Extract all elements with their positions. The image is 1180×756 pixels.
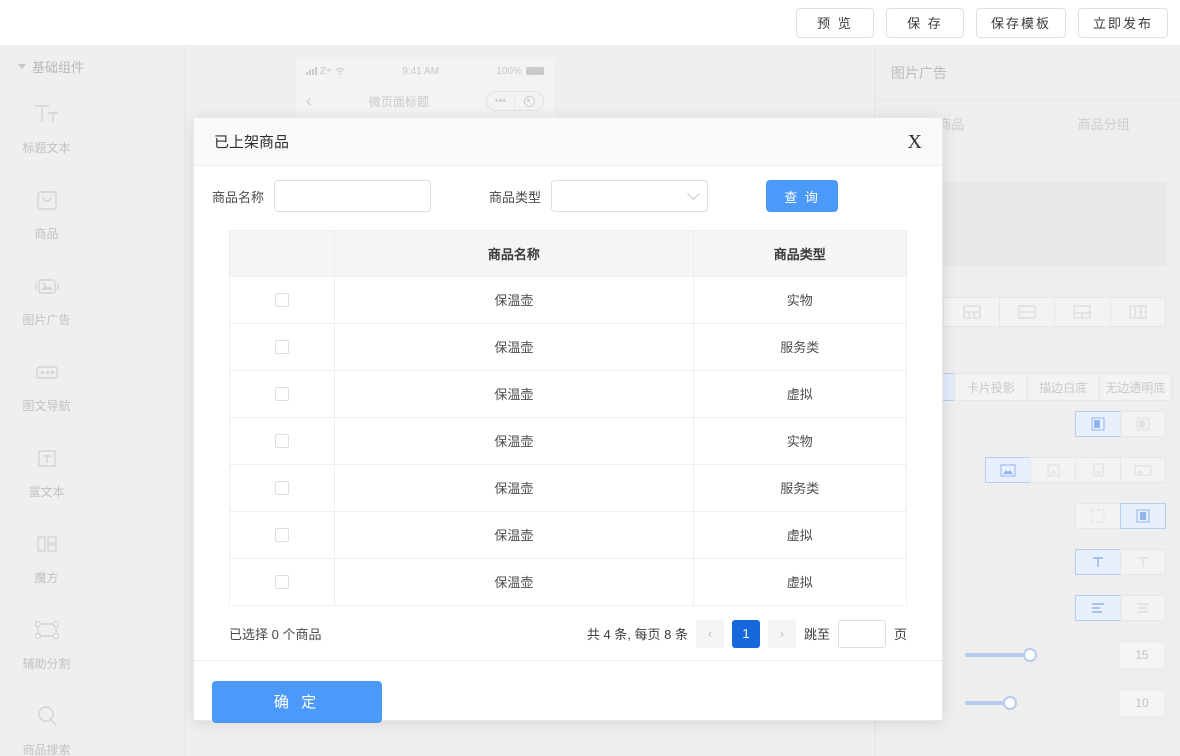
- next-page-button[interactable]: ›: [767, 619, 796, 648]
- modal-title: 已上架商品: [214, 134, 290, 151]
- row-checkbox[interactable]: [275, 293, 290, 308]
- col-product-name: 商品名称: [334, 231, 694, 277]
- page-unit-label: 页: [893, 627, 907, 642]
- jump-page-input[interactable]: [837, 619, 886, 648]
- row-checkbox[interactable]: [275, 387, 290, 402]
- confirm-button[interactable]: 确 定: [212, 680, 382, 723]
- product-table: 商品名称 商品类型 保温壶 实物 保温壶 服务类 保温壶 虚拟 保温壶 实物 保…: [230, 231, 906, 606]
- col-product-type: 商品类型: [693, 231, 906, 277]
- row-product-type: 虚拟: [693, 558, 906, 606]
- table-row[interactable]: 保温壶 实物: [230, 276, 906, 324]
- table-row[interactable]: 保温壶 服务类: [230, 323, 906, 371]
- row-product-type: 虚拟: [693, 370, 906, 418]
- app-root: 预 览 保 存 保存模板 立即发布 基础组件 标题文本 商品 图片广告 图文导航…: [0, 0, 1180, 756]
- chevron-down-icon: [687, 186, 700, 200]
- table-header-row: 商品名称 商品类型: [230, 231, 906, 277]
- modal-overlay: 已上架商品 X 商品名称 商品类型 查 询 商品名称 商品类型 保温壶 实物 保…: [0, 0, 1180, 756]
- table-row[interactable]: 保温壶 虚拟: [230, 558, 906, 606]
- row-product-type: 实物: [693, 276, 906, 324]
- row-checkbox-cell[interactable]: [230, 370, 336, 418]
- row-product-name: 保温壶: [334, 464, 694, 512]
- close-icon[interactable]: X: [908, 132, 922, 152]
- filter-bar: 商品名称 商品类型 查 询: [194, 166, 942, 220]
- row-product-type: 服务类: [693, 323, 906, 371]
- row-checkbox[interactable]: [275, 528, 290, 543]
- jump-label: 跳至: [803, 627, 830, 642]
- modal-footer: 确 定: [194, 661, 942, 723]
- row-product-type: 虚拟: [693, 511, 906, 559]
- prev-page-button[interactable]: ‹: [695, 619, 724, 648]
- row-checkbox-cell[interactable]: [230, 323, 336, 371]
- row-checkbox-cell[interactable]: [230, 464, 336, 512]
- row-checkbox[interactable]: [275, 481, 290, 496]
- product-table-wrap: 商品名称 商品类型 保温壶 实物 保温壶 服务类 保温壶 虚拟 保温壶 实物 保…: [229, 230, 907, 606]
- selected-count-text: 已选择 0 个商品: [229, 627, 322, 642]
- table-footer: 已选择 0 个商品 共 4 条, 每页 8 条 ‹ 1 › 跳至 页: [194, 606, 942, 661]
- page-number-1[interactable]: 1: [731, 619, 760, 648]
- product-type-label: 商品类型: [489, 189, 542, 205]
- table-row[interactable]: 保温壶 虚拟: [230, 370, 906, 418]
- table-row[interactable]: 保温壶 虚拟: [230, 511, 906, 559]
- product-select-modal: 已上架商品 X 商品名称 商品类型 查 询 商品名称 商品类型 保温壶 实物 保…: [193, 117, 943, 723]
- row-product-name: 保温壶: [334, 276, 694, 324]
- row-product-name: 保温壶: [334, 511, 694, 559]
- row-checkbox-cell[interactable]: [230, 276, 336, 324]
- col-select: [230, 231, 336, 277]
- product-name-label: 商品名称: [212, 189, 265, 205]
- row-checkbox-cell[interactable]: [230, 511, 336, 559]
- modal-header: 已上架商品 X: [194, 118, 942, 166]
- table-row[interactable]: 保温壶 服务类: [230, 464, 906, 512]
- row-product-name: 保温壶: [334, 558, 694, 606]
- row-product-name: 保温壶: [334, 417, 694, 465]
- row-product-name: 保温壶: [334, 323, 694, 371]
- row-product-type: 实物: [693, 417, 906, 465]
- pagination-total: 共 4 条, 每页 8 条: [586, 627, 688, 642]
- row-checkbox[interactable]: [275, 575, 290, 590]
- row-checkbox[interactable]: [275, 340, 290, 355]
- row-product-name: 保温壶: [334, 370, 694, 418]
- query-button[interactable]: 查 询: [766, 180, 839, 212]
- product-type-select[interactable]: [551, 180, 709, 212]
- row-product-type: 服务类: [693, 464, 906, 512]
- pagination: 共 4 条, 每页 8 条 ‹ 1 › 跳至 页: [586, 619, 907, 648]
- table-row[interactable]: 保温壶 实物: [230, 417, 906, 465]
- row-checkbox-cell[interactable]: [230, 417, 336, 465]
- row-checkbox[interactable]: [275, 434, 290, 449]
- product-name-input[interactable]: [274, 180, 432, 212]
- row-checkbox-cell[interactable]: [230, 558, 336, 606]
